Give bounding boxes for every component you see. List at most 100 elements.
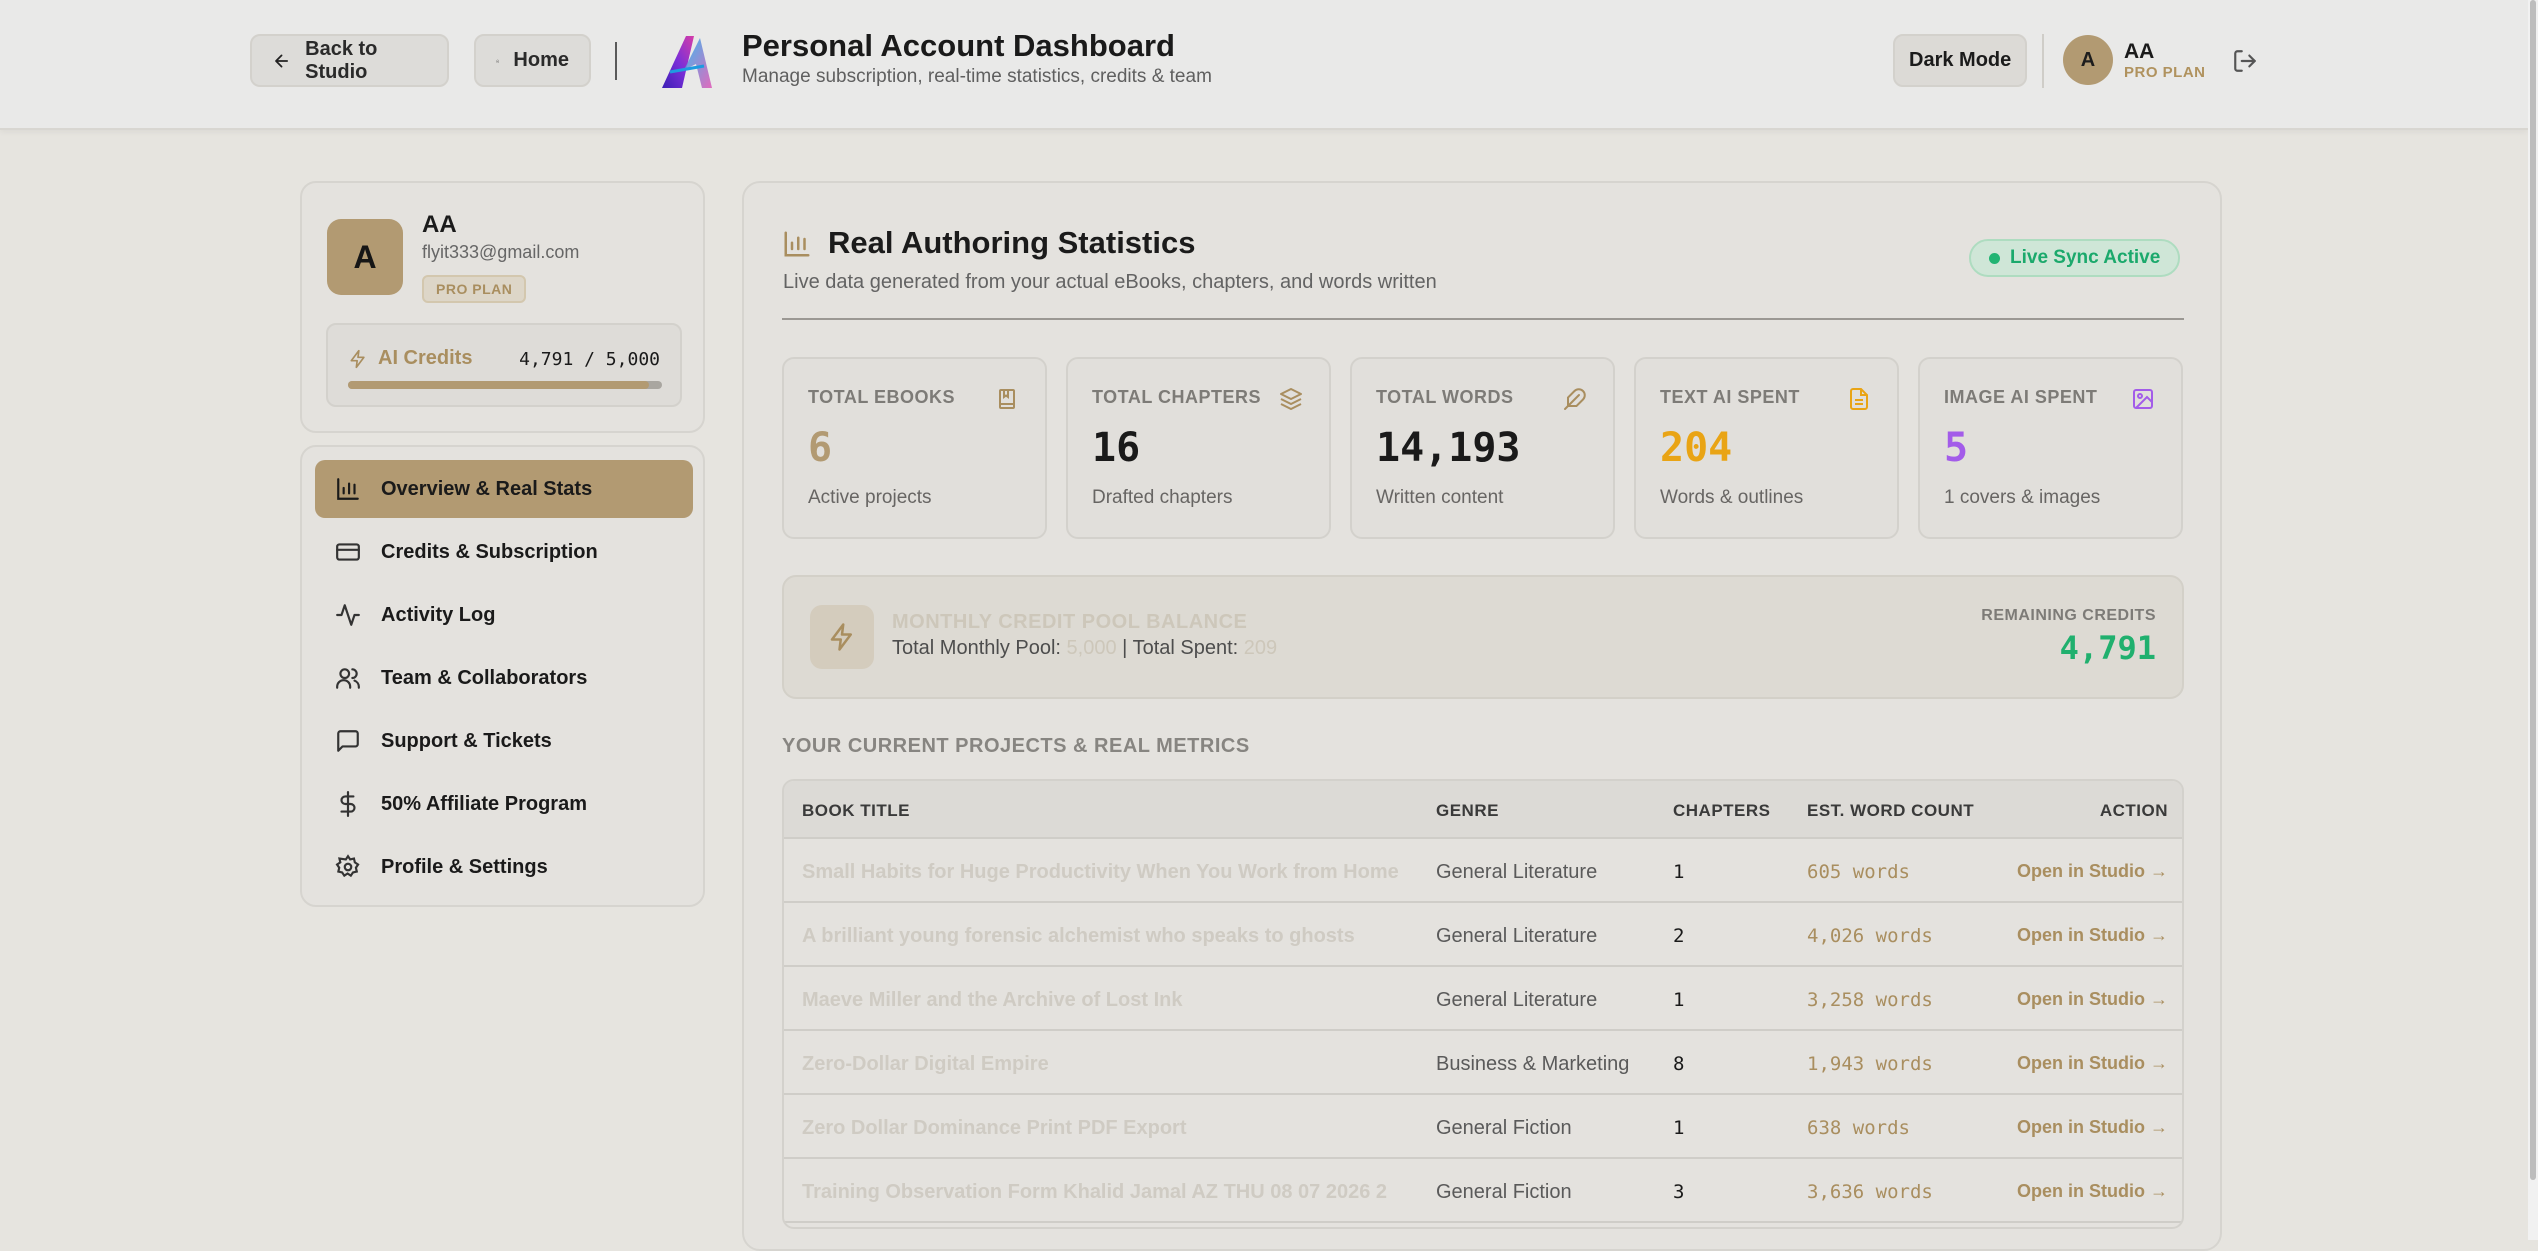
stat-label: TEXT AI SPENT xyxy=(1660,387,1800,407)
image-icon xyxy=(2133,389,2153,409)
book-icon xyxy=(999,389,1015,409)
header-divider-right xyxy=(2042,34,2044,88)
book-title: Zero-Dollar Digital Empire xyxy=(802,1053,1049,1075)
sidebar-item-team[interactable]: Team & Collaborators xyxy=(315,649,693,707)
activity-icon xyxy=(336,604,360,626)
stat-value: 16 xyxy=(1092,425,1141,471)
stat-value: 5 xyxy=(1944,425,1969,471)
stat-desc: Words & outlines xyxy=(1660,487,1804,508)
credit-card-icon xyxy=(336,543,360,561)
pool-value: 5,000 xyxy=(1066,637,1117,659)
sidebar-item-support[interactable]: Support & Tickets xyxy=(315,712,693,770)
sidebar-item-label: Overview & Real Stats xyxy=(381,477,593,500)
header-user-plan: PRO PLAN xyxy=(2124,64,2206,81)
open-in-studio-link[interactable]: Open in Studio → xyxy=(2017,1117,2168,1138)
table-row: Zero Dollar Dominance Print PDF Export G… xyxy=(784,1095,2182,1159)
book-genre: General Literature xyxy=(1436,989,1598,1011)
open-in-studio-link[interactable]: Open in Studio → xyxy=(2017,1053,2168,1074)
table-row: A brilliant young forensic alchemist who… xyxy=(784,903,2182,967)
back-to-studio-button[interactable]: Back to Studio xyxy=(250,34,449,87)
book-title: Maeve Miller and the Archive of Lost Ink xyxy=(802,989,1183,1011)
sidebar-item-settings[interactable]: Profile & Settings xyxy=(315,838,693,896)
book-genre: General Literature xyxy=(1436,925,1598,947)
book-genre: General Fiction xyxy=(1436,1117,1572,1139)
sidebar-item-label: Credits & Subscription xyxy=(381,540,598,563)
open-in-studio-link[interactable]: Open in Studio → xyxy=(2017,861,2168,882)
stats-title: Real Authoring Statistics xyxy=(828,225,1196,260)
book-chapters: 3 xyxy=(1673,1181,1685,1203)
ai-credits-value: 4,791 / 5,000 xyxy=(519,349,660,370)
header-avatar[interactable]: A xyxy=(2063,35,2113,85)
stat-label: TOTAL EBOOKS xyxy=(808,387,956,407)
book-word-count: 638 words xyxy=(1807,1117,1910,1139)
book-word-count: 3,258 words xyxy=(1807,989,1933,1011)
book-chapters: 8 xyxy=(1673,1053,1685,1075)
sidebar-item-credits[interactable]: Credits & Subscription xyxy=(315,523,693,581)
header-divider xyxy=(615,42,617,80)
stat-desc: 1 covers & images xyxy=(1944,487,2101,508)
profile-name: AA xyxy=(422,211,457,238)
col-header-chapters: CHAPTERS xyxy=(1673,801,1771,820)
table-header-row: BOOK TITLE GENRE CHAPTERS EST. WORD COUN… xyxy=(784,781,2182,839)
dark-mode-button[interactable]: Dark Mode xyxy=(1893,34,2028,87)
logout-icon[interactable] xyxy=(2232,48,2258,74)
open-in-studio-link[interactable]: Open in Studio → xyxy=(2017,925,2168,946)
ai-credits-progress xyxy=(348,381,662,389)
users-icon xyxy=(336,668,360,689)
home-button[interactable]: Home xyxy=(474,34,591,87)
bar-chart-icon xyxy=(337,478,359,500)
stats-panel: Real Authoring Statistics Live data gene… xyxy=(742,181,2222,1251)
lightning-icon xyxy=(830,623,852,651)
remaining-credits-value: 4,791 xyxy=(2059,629,2156,667)
credit-pool-panel: MONTHLY CREDIT POOL BALANCE Total Monthl… xyxy=(782,575,2184,699)
sidebar-nav: Overview & Real Stats Credits & Subscrip… xyxy=(300,445,705,907)
open-in-studio-link[interactable]: Open in Studio → xyxy=(2017,1181,2168,1202)
stat-value: 14,193 xyxy=(1376,425,1521,471)
page-scrollbar-thumb[interactable] xyxy=(2530,0,2536,1180)
book-title: Training Observation Form Khalid Jamal A… xyxy=(802,1181,1387,1203)
stat-label: TOTAL WORDS xyxy=(1376,387,1514,407)
sidebar-item-activity[interactable]: Activity Log xyxy=(315,586,693,644)
book-title: A brilliant young forensic alchemist who… xyxy=(802,925,1355,947)
profile-avatar: A xyxy=(327,219,403,295)
col-header-title: BOOK TITLE xyxy=(802,801,910,820)
stat-desc: Drafted chapters xyxy=(1092,487,1233,508)
stat-desc: Written content xyxy=(1376,487,1504,508)
arrow-left-icon xyxy=(275,54,289,67)
stats-subtitle: Live data generated from your actual eBo… xyxy=(783,271,1437,293)
profile-email: flyit333@gmail.com xyxy=(422,242,580,262)
book-chapters: 2 xyxy=(1673,925,1685,947)
projects-heading: YOUR CURRENT PROJECTS & REAL METRICS xyxy=(782,735,1250,757)
book-title: Small Habits for Huge Productivity When … xyxy=(802,861,1399,883)
stat-card-ebooks: TOTAL EBOOKS 6 Active projects xyxy=(782,357,1047,539)
ai-credits-box: AI Credits 4,791 / 5,000 xyxy=(326,323,682,407)
sidebar-item-overview[interactable]: Overview & Real Stats xyxy=(315,460,693,518)
dollar-icon xyxy=(340,791,356,817)
book-title: Zero Dollar Dominance Print PDF Export xyxy=(802,1117,1187,1139)
sidebar-item-affiliate[interactable]: 50% Affiliate Program xyxy=(315,775,693,833)
book-word-count: 605 words xyxy=(1807,861,1910,883)
col-header-genre: GENRE xyxy=(1436,801,1499,820)
pool-title: MONTHLY CREDIT POOL BALANCE xyxy=(892,611,1248,633)
book-genre: General Literature xyxy=(1436,861,1598,883)
stat-label: IMAGE AI SPENT xyxy=(1944,387,2098,407)
message-square-icon xyxy=(337,730,359,752)
gear-icon xyxy=(335,854,360,878)
home-icon xyxy=(496,59,500,62)
pool-summary: Total Monthly Pool: 5,000 | Total Spent:… xyxy=(892,637,1277,660)
open-in-studio-link[interactable]: Open in Studio → xyxy=(2017,989,2168,1010)
stat-label: TOTAL CHAPTERS xyxy=(1092,387,1262,407)
live-sync-badge: Live Sync Active xyxy=(1969,239,2181,277)
col-header-words: EST. WORD COUNT xyxy=(1807,801,1975,820)
lightning-icon xyxy=(350,349,365,368)
file-text-icon xyxy=(1850,388,1868,410)
stats-divider xyxy=(782,318,2184,320)
table-row: Maeve Miller and the Archive of Lost Ink… xyxy=(784,967,2182,1031)
remaining-credits-label: REMAINING CREDITS xyxy=(1981,607,2156,624)
stat-value: 204 xyxy=(1660,425,1733,471)
stat-card-text-ai: TEXT AI SPENT 204 Words & outlines xyxy=(1634,357,1899,539)
sidebar-item-label: Profile & Settings xyxy=(381,855,548,878)
stat-card-image-ai: IMAGE AI SPENT 5 1 covers & images xyxy=(1918,357,2183,539)
ai-credits-label-wrap: AI Credits xyxy=(348,347,472,370)
book-word-count: 1,943 words xyxy=(1807,1053,1933,1075)
